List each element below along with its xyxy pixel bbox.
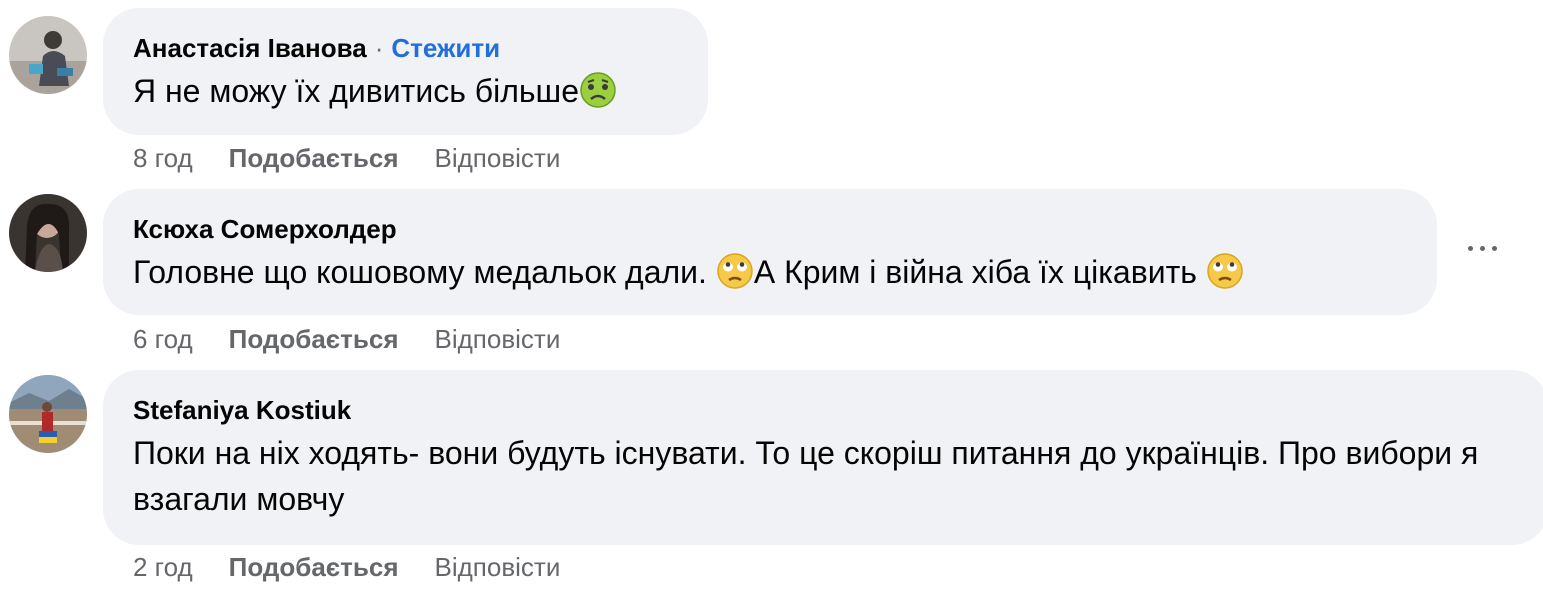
reply-button[interactable]: Відповісти bbox=[435, 143, 561, 173]
follow-link[interactable]: Стежити bbox=[391, 33, 500, 63]
avatar-photo-icon bbox=[9, 375, 87, 453]
reply-button[interactable]: Відповісти bbox=[435, 324, 561, 354]
like-button[interactable]: Подобається bbox=[229, 143, 399, 173]
avatar-photo-icon bbox=[9, 16, 87, 94]
comment-text-part-1: Головне що кошовому медальок дали. bbox=[133, 254, 707, 290]
comment-meta: 8 год Подобається Відповісти bbox=[133, 143, 596, 174]
avatar-stefaniya[interactable] bbox=[9, 375, 87, 453]
more-dot bbox=[1468, 246, 1473, 251]
comment-meta: 6 год Подобається Відповісти bbox=[133, 324, 596, 355]
avatar-anastasiia[interactable] bbox=[9, 16, 87, 94]
like-button[interactable]: Подобається bbox=[229, 552, 399, 582]
author-line: Ксюха Сомерхолдер bbox=[133, 213, 1407, 245]
comment-text-block: Головне що кошовому медальок дали. А Кри… bbox=[133, 249, 1407, 295]
author-line: Stefaniya Kostiuk bbox=[133, 394, 1518, 426]
like-button[interactable]: Подобається bbox=[229, 324, 399, 354]
reply-button[interactable]: Відповісти bbox=[435, 552, 561, 582]
separator-dot: · bbox=[374, 33, 384, 63]
author-line: Анастасія Іванова · Стежити bbox=[133, 32, 678, 64]
comment-text: Поки на ніх ходять- вони будуть існувати… bbox=[133, 435, 1479, 517]
comment-meta: 2 год Подобається Відповісти bbox=[133, 552, 596, 583]
avatar-photo-icon bbox=[9, 194, 87, 272]
comment-bubble: Stefaniya Kostiuk Поки на ніх ходять- во… bbox=[103, 370, 1543, 545]
comment-author[interactable]: Stefaniya Kostiuk bbox=[133, 395, 351, 425]
comment-author[interactable]: Анастасія Іванова bbox=[133, 33, 367, 63]
comment-time[interactable]: 6 год bbox=[133, 324, 193, 354]
eye-roll-face-emoji-icon bbox=[1207, 253, 1243, 289]
comment-time[interactable]: 8 год bbox=[133, 143, 193, 173]
comment-text-block: Я не можу їх дивитись більше bbox=[133, 68, 678, 114]
more-dot bbox=[1492, 246, 1497, 251]
comment-text: Я не можу їх дивитись більше bbox=[133, 73, 579, 109]
more-options-icon[interactable] bbox=[1466, 238, 1500, 258]
nauseated-face-emoji-icon bbox=[580, 72, 616, 108]
comment-time[interactable]: 2 год bbox=[133, 552, 193, 582]
comment-author[interactable]: Ксюха Сомерхолдер bbox=[133, 214, 397, 244]
avatar-ksiukha[interactable] bbox=[9, 194, 87, 272]
comment-text-part-2: А Крим і війна хіба їх цікавить bbox=[753, 254, 1197, 290]
eye-roll-face-emoji-icon bbox=[717, 253, 753, 289]
comment-bubble: Анастасія Іванова · Стежити Я не можу їх д… bbox=[103, 8, 708, 135]
more-dot bbox=[1480, 246, 1485, 251]
comment-bubble: Ксюха Сомерхолдер Головне що кошовому ме… bbox=[103, 189, 1437, 315]
